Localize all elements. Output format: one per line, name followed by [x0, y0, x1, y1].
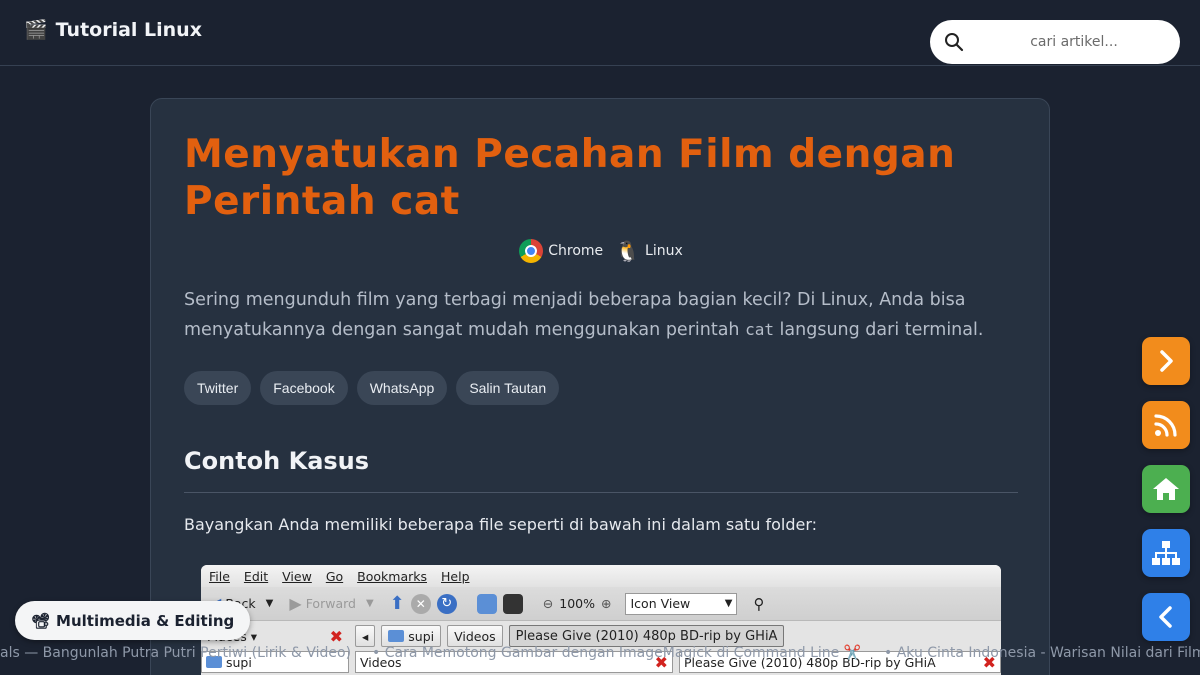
chevron-left-icon	[1159, 606, 1172, 628]
fm-forward-label: Forward	[305, 596, 356, 611]
fm-menu-bookmarks: Bookmarks	[357, 568, 427, 584]
ticker-item[interactable]: als — Bangunlah Putra Putri Pertiwi (Lir…	[0, 645, 351, 661]
share-facebook-button[interactable]: Facebook	[260, 371, 348, 405]
dropdown-arrow-icon: ▼	[724, 598, 733, 609]
computer-icon	[502, 593, 523, 614]
search-input[interactable]	[974, 34, 1174, 50]
site-brand[interactable]: 🎬 Tutorial Linux	[24, 18, 202, 42]
share-twitter-button[interactable]: Twitter	[184, 371, 252, 405]
stop-icon: ✕	[410, 593, 431, 614]
home-folder-icon	[476, 593, 497, 614]
category-pill[interactable]: 📽 Multimedia & Editing	[15, 601, 251, 640]
article-card: Menyatukan Pecahan Film dengan Perintah …	[150, 98, 1050, 675]
fm-toolbar: ◀ Back ▼ ▶ Forward ▼ ⬆ ✕ ↻ ⊖ 100% ⊕ Icon…	[201, 587, 1001, 621]
fm-menu-edit: Edit	[243, 568, 269, 584]
fm-menu-go: Go	[325, 568, 344, 584]
zoom-out-icon: ⊖	[542, 596, 554, 611]
chevron-right-icon	[1160, 350, 1173, 372]
previous-article-button[interactable]	[1142, 593, 1190, 641]
next-article-button[interactable]	[1142, 337, 1190, 385]
copy-link-button[interactable]: Salin Tautan	[456, 371, 560, 405]
section-heading: Contoh Kasus	[184, 447, 370, 475]
site-title[interactable]: Tutorial Linux	[56, 19, 202, 41]
article-intro: Sering mengunduh film yang terbagi menja…	[184, 285, 1024, 345]
search-icon	[945, 33, 964, 52]
fm-view-select: Icon View ▼	[625, 592, 738, 615]
intro-code: cat	[745, 320, 774, 339]
zoom-in-icon: ⊕	[601, 596, 612, 611]
fm-zoom-level: 100%	[559, 596, 595, 611]
ticker-item[interactable]: • Aku Cinta Indonesia - Warisan Nilai da…	[884, 645, 1200, 661]
sitemap-button[interactable]	[1142, 529, 1190, 577]
platform-badges: Chrome 🐧 Linux	[151, 239, 1049, 263]
share-buttons: Twitter Facebook WhatsApp Salin Tautan	[184, 371, 560, 405]
rss-feed-button[interactable]	[1142, 401, 1190, 449]
fm-menu-view: View	[282, 568, 312, 584]
reload-icon: ↻	[436, 593, 457, 614]
fm-view-mode: Icon View	[630, 596, 691, 611]
intro-text-2: langsung dari terminal.	[773, 320, 984, 340]
category-label: Multimedia & Editing	[56, 611, 235, 630]
chrome-icon	[519, 239, 544, 263]
section-divider	[184, 492, 1018, 493]
forward-arrow-icon: ▶	[289, 594, 302, 613]
news-ticker: als — Bangunlah Putra Putri Pertiwi (Lir…	[0, 643, 1200, 667]
platform-label-chrome: Chrome	[548, 243, 604, 259]
fm-menubar: File Edit View Go Bookmarks Help	[201, 565, 1001, 587]
platform-linux: 🐧 Linux	[615, 239, 683, 263]
film-projector-icon: 📽	[31, 611, 51, 630]
rss-icon	[1154, 414, 1177, 437]
section-paragraph: Bayangkan Anda memiliki beberapa file se…	[184, 515, 818, 534]
binoculars-icon: ⚲	[753, 594, 765, 613]
top-header: 🎬 Tutorial Linux	[0, 0, 1200, 66]
up-arrow-icon: ⬆	[389, 593, 405, 614]
platform-chrome: Chrome	[519, 239, 603, 263]
clapperboard-icon: 🎬	[24, 19, 48, 41]
fm-forward: ▶ Forward ▼	[289, 594, 373, 613]
dropdown-arrow-icon: ▼	[365, 598, 374, 609]
article-title: Menyatukan Pecahan Film dengan Perintah …	[184, 132, 956, 224]
share-whatsapp-button[interactable]: WhatsApp	[356, 371, 448, 405]
fm-menu-help: Help	[441, 568, 470, 584]
fm-menu-file: File	[209, 568, 230, 584]
dropdown-arrow-icon: ▼	[265, 598, 274, 609]
folder-icon	[388, 630, 405, 642]
home-icon	[1153, 478, 1179, 500]
home-button[interactable]	[1142, 465, 1190, 513]
platform-label-linux: Linux	[645, 243, 683, 259]
tux-linux-icon: 🐧	[615, 239, 641, 263]
ticker-item[interactable]: • Cara Memotong Gambar dengan ImageMagic…	[372, 645, 861, 661]
sitemap-icon	[1152, 541, 1180, 565]
search-box[interactable]	[930, 20, 1180, 64]
